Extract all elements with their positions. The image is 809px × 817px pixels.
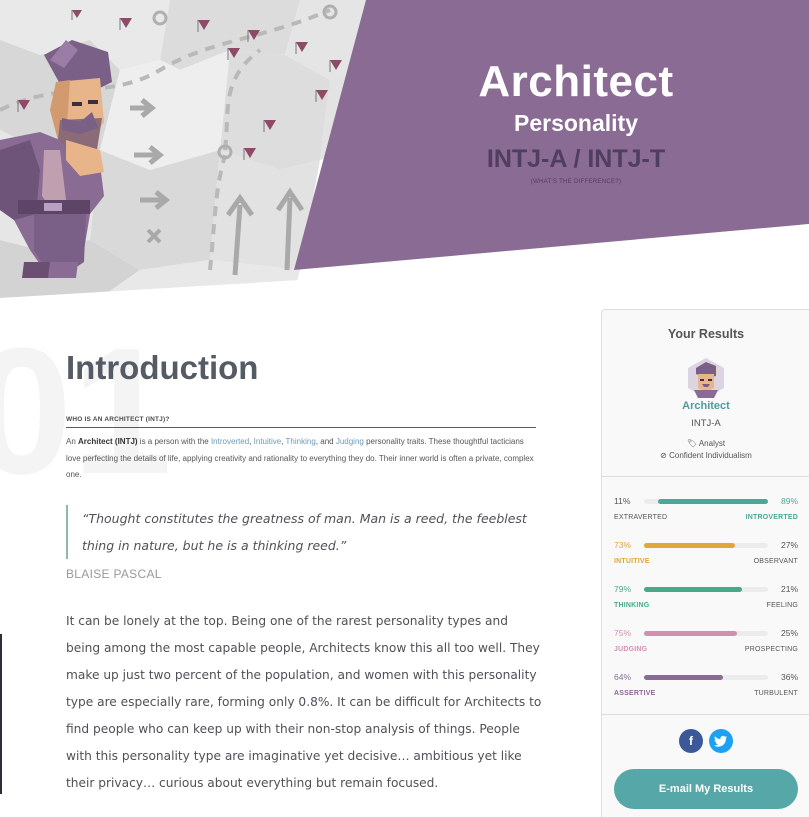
- result-type-code: INTJ-A: [691, 418, 721, 429]
- intro-paragraph: An Architect (INTJ) is a person with the…: [66, 434, 536, 484]
- section-title: Introduction: [66, 349, 259, 386]
- intro-text: is a person with the: [137, 437, 211, 446]
- email-results-button[interactable]: E-mail My Results: [614, 769, 798, 809]
- twitter-share-button[interactable]: [709, 729, 733, 753]
- trait-row-energy: 73% 27% INTUITIVE OBSERVANT: [614, 540, 798, 576]
- quote-text: “Thought constitutes the greatness of ma…: [82, 511, 527, 553]
- quote-block: “Thought constitutes the greatness of ma…: [66, 505, 536, 559]
- whats-the-difference-link[interactable]: (WHAT'S THE DIFFERENCE?): [440, 178, 712, 186]
- trait-left-label: THINKING: [614, 602, 650, 609]
- trait-right-percent: 21%: [780, 584, 798, 594]
- hero-subtitle: Personality: [514, 110, 638, 136]
- hero-title: Architect: [478, 57, 674, 106]
- architect-name: Architect (INTJ): [78, 437, 138, 446]
- hero-banner: Architect Personality INTJ-A / INTJ-T (W…: [0, 0, 809, 300]
- thinking-link[interactable]: Thinking: [286, 437, 316, 446]
- trait-left-label: JUDGING: [614, 646, 648, 653]
- trait-row-nature: 79% 21% THINKING FEELING: [614, 584, 798, 620]
- results-panel: Your Results Architect INTJ-A 🏷︎ Analyst…: [601, 309, 809, 817]
- trait-bar-fill: [658, 499, 768, 504]
- result-role-label: Analyst: [698, 439, 726, 448]
- trait-bar-track: [644, 499, 768, 504]
- trait-bar-track: [644, 631, 768, 636]
- trait-right-label: INTROVERTED: [745, 514, 798, 521]
- trait-left-label: ASSERTIVE: [614, 690, 656, 697]
- quote-author: BLAISE PASCAL: [66, 567, 162, 581]
- result-role: 🏷︎ Analyst: [602, 439, 809, 448]
- trait-bar-fill: [644, 587, 742, 592]
- trait-left-percent: 73%: [614, 540, 632, 550]
- trait-bar-fill: [644, 543, 735, 548]
- trait-bar-fill: [644, 631, 737, 636]
- trait-right-percent: 27%: [780, 540, 798, 550]
- compass-icon: ⊘: [660, 451, 667, 460]
- intuitive-link[interactable]: Intuitive: [254, 437, 282, 446]
- results-title: Your Results: [667, 327, 745, 341]
- trait-row-mind: 11% 89% EXTRAVERTED INTROVERTED: [614, 496, 798, 532]
- hero-type-codes: INTJ-A / INTJ-T: [486, 145, 666, 173]
- trait-bar-track: [644, 587, 768, 592]
- trait-left-label: EXTRAVERTED: [614, 514, 668, 521]
- trait-row-tactics: 75% 25% JUDGING PROSPECTING: [614, 628, 798, 664]
- panel-divider: [602, 714, 809, 715]
- trait-bar-track: [644, 543, 768, 548]
- result-type-name[interactable]: Architect: [602, 400, 809, 412]
- facebook-share-button[interactable]: f: [679, 729, 703, 753]
- trait-right-percent: 89%: [780, 496, 798, 506]
- introverted-link[interactable]: Introverted: [211, 437, 249, 446]
- trait-left-percent: 64%: [614, 672, 632, 682]
- trait-row-identity: 64% 36% ASSERTIVE TURBULENT: [614, 672, 798, 708]
- judging-link[interactable]: Judging: [336, 437, 364, 446]
- left-edge-bar: [0, 634, 2, 794]
- trait-right-label: OBSERVANT: [753, 558, 798, 565]
- trait-left-percent: 79%: [614, 584, 632, 594]
- intro-text: , and: [315, 437, 336, 446]
- trait-bar-fill: [644, 675, 723, 680]
- hero-title-block: Architect Personality INTJ-A / INTJ-T (W…: [440, 56, 712, 186]
- body-paragraph: It can be lonely at the top. Being one o…: [66, 614, 542, 790]
- architect-avatar: [688, 358, 724, 398]
- result-strategy: ⊘ Confident Individualism: [602, 451, 809, 460]
- section-subheading: WHO IS AN ARCHITECT (INTJ)?: [66, 416, 536, 428]
- facebook-icon: f: [689, 734, 693, 748]
- trait-right-label: FEELING: [766, 602, 798, 609]
- trait-right-percent: 36%: [780, 672, 798, 682]
- trait-left-label: INTUITIVE: [614, 558, 650, 565]
- trait-right-percent: 25%: [780, 628, 798, 638]
- trait-right-label: TURBULENT: [754, 690, 798, 697]
- trait-right-label: PROSPECTING: [744, 646, 798, 653]
- trait-bar-track: [644, 675, 768, 680]
- intro-text: An: [66, 437, 79, 446]
- trait-left-percent: 11%: [614, 496, 631, 506]
- tag-icon: 🏷︎: [686, 439, 698, 448]
- result-strategy-label: Confident Individualism: [669, 451, 752, 460]
- twitter-icon: [714, 735, 727, 747]
- trait-left-percent: 75%: [614, 628, 632, 638]
- panel-divider: [602, 476, 809, 477]
